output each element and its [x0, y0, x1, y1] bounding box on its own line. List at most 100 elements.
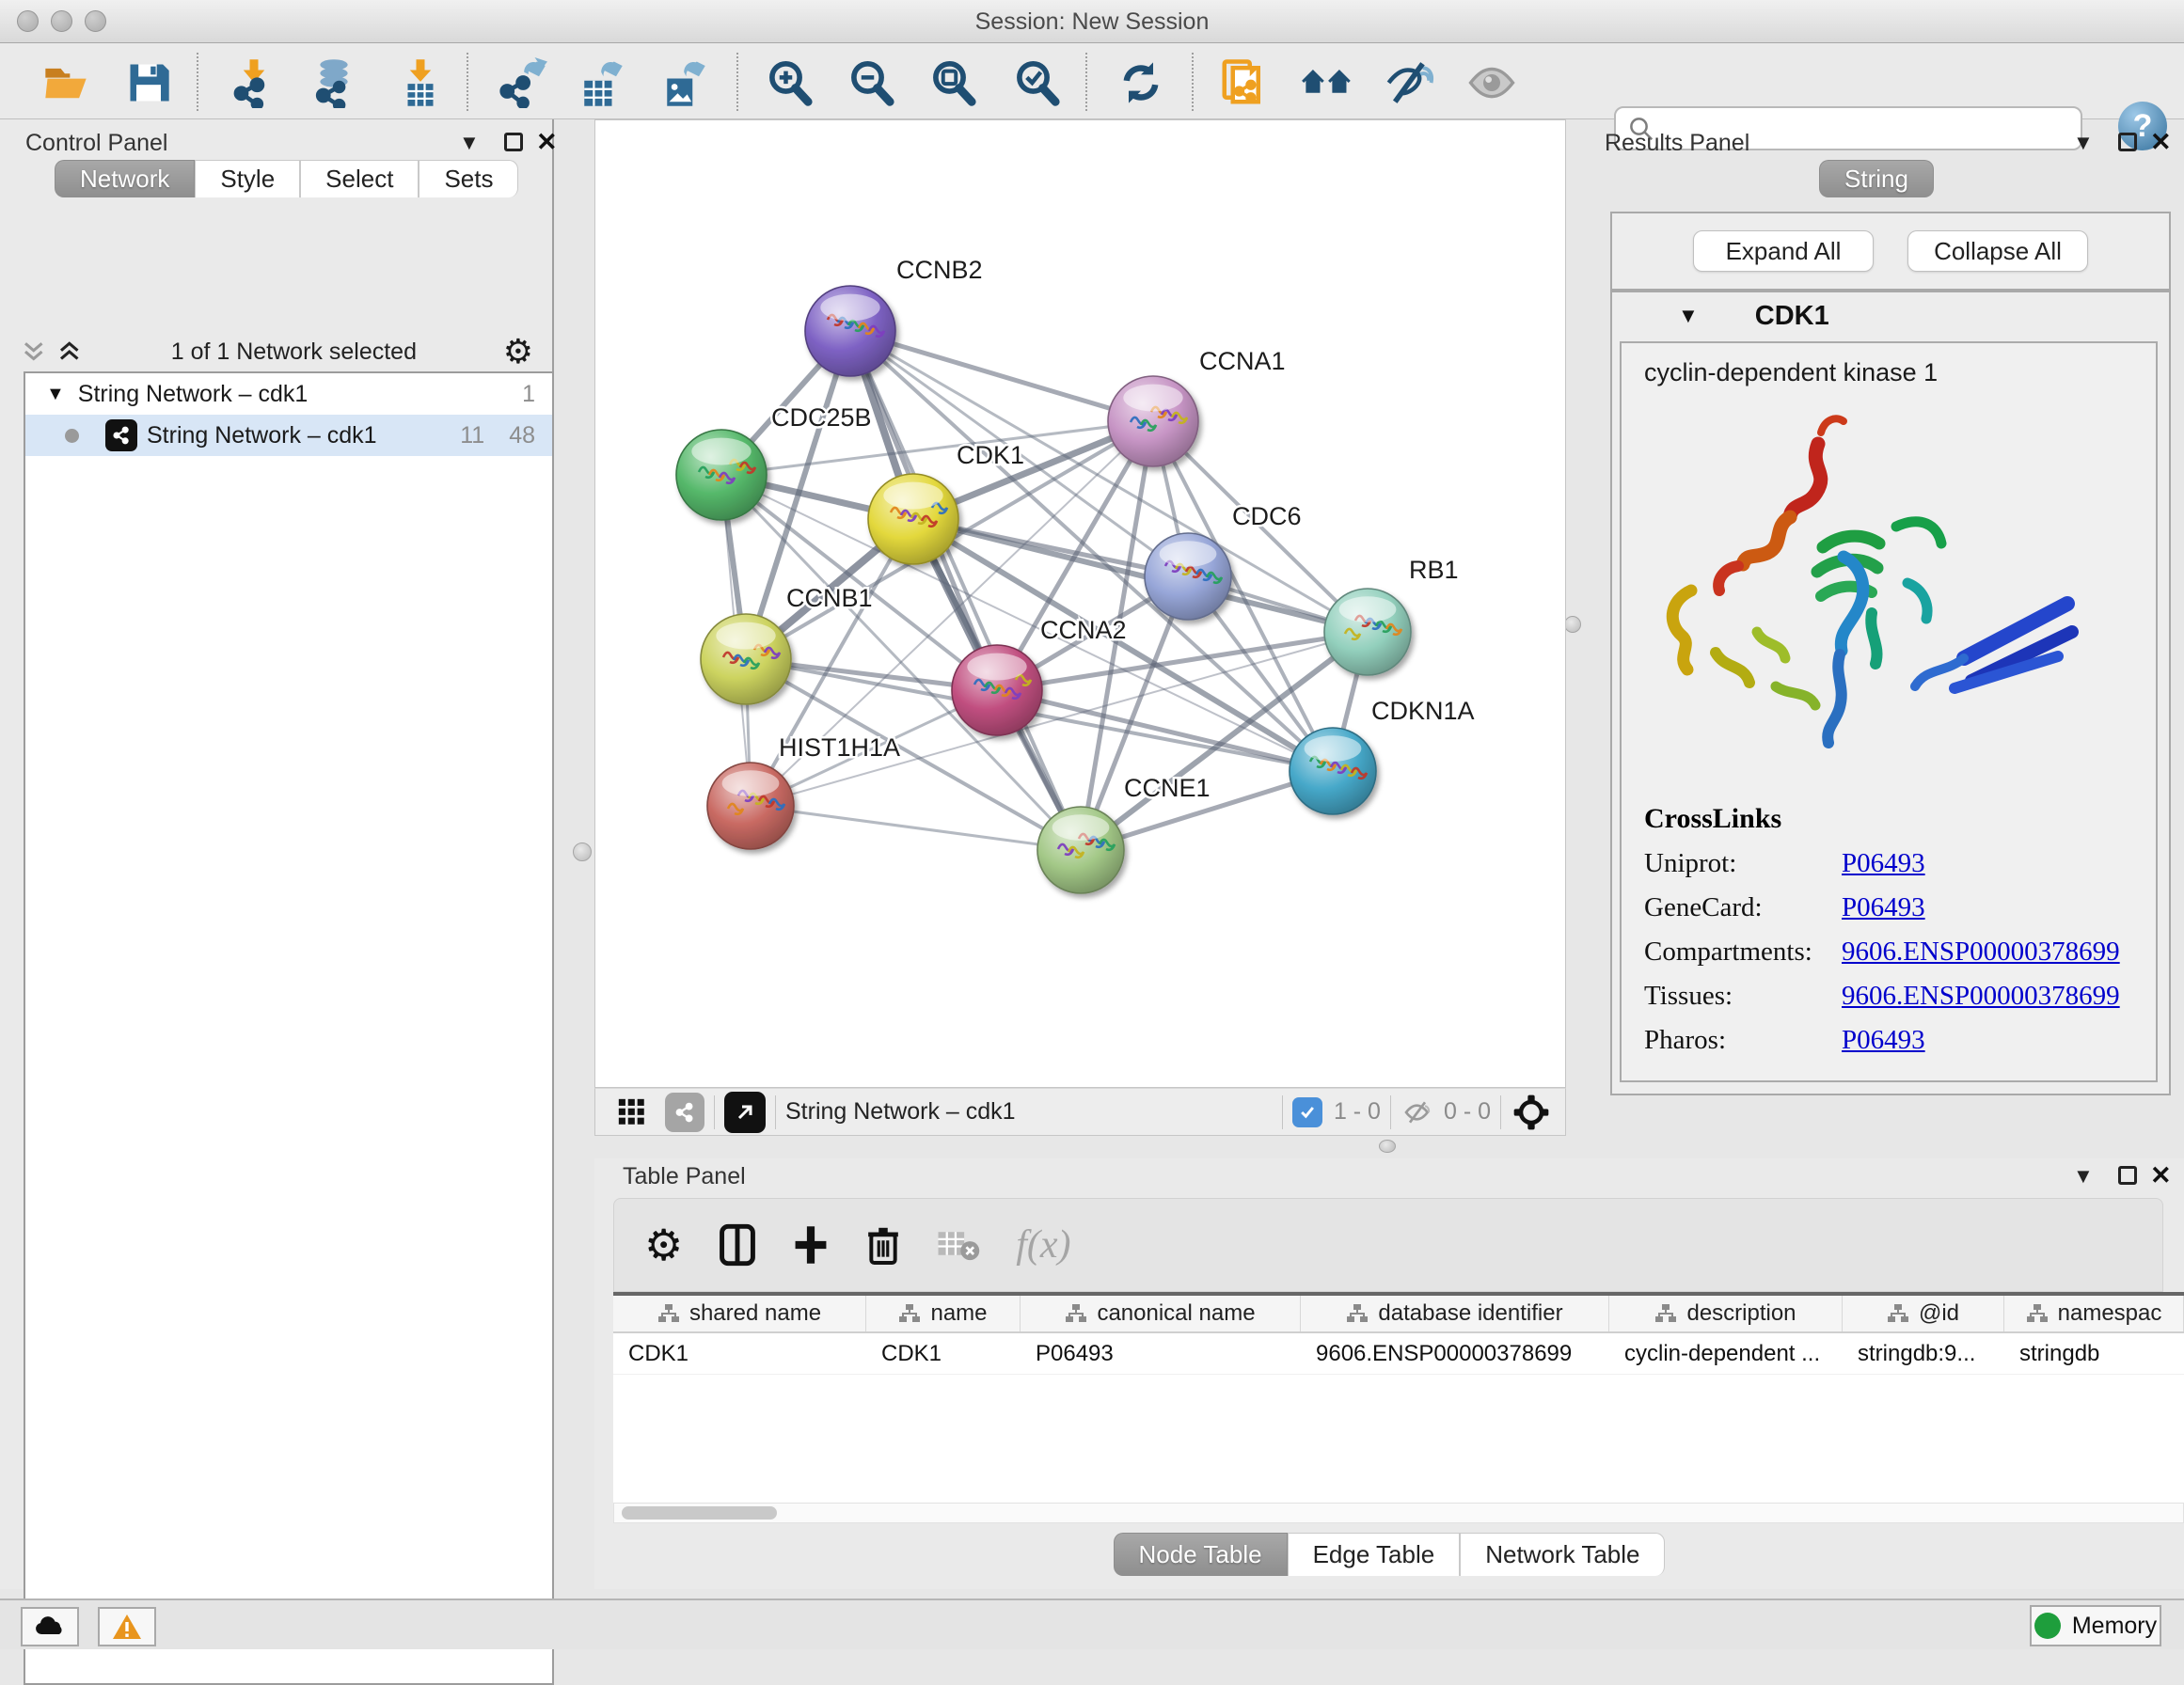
share-view-icon[interactable] — [665, 1093, 704, 1132]
table-cell[interactable]: 9606.ENSP00000378699 — [1301, 1333, 1609, 1374]
zoom-out-icon[interactable] — [846, 56, 898, 109]
network-canvas[interactable]: CCNB2CCNA1CDC25BCDK1CDC6RB1CCNB1CCNA2CDK… — [594, 119, 1566, 1088]
node-CCNE1[interactable] — [1037, 807, 1124, 893]
collection-caret-icon[interactable]: ▼ — [46, 384, 65, 405]
tab-style[interactable]: Style — [195, 160, 300, 197]
fit-content-icon[interactable] — [927, 56, 980, 109]
horizontal-splitter-grip[interactable] — [1379, 1140, 1396, 1153]
table-panel-float-icon[interactable] — [2118, 1166, 2137, 1185]
tab-network-table[interactable]: Network Table — [1460, 1533, 1665, 1576]
node-CCNB1[interactable] — [701, 614, 791, 704]
tab-edge-table[interactable]: Edge Table — [1288, 1533, 1461, 1576]
tab-string[interactable]: String — [1819, 160, 1934, 197]
collapse-all-button[interactable]: Collapse All — [1907, 230, 2088, 272]
expand-all-button[interactable]: Expand All — [1693, 230, 1874, 272]
gear-icon[interactable]: ⚙ — [644, 1220, 683, 1270]
control-panel-menu-icon[interactable]: ▼ — [459, 131, 480, 155]
node-RB1[interactable] — [1324, 589, 1411, 675]
node-CCNB2[interactable] — [805, 286, 895, 376]
gear-icon[interactable]: ⚙ — [503, 332, 533, 371]
export-table-icon[interactable] — [573, 56, 625, 109]
crosslink-value-link[interactable]: P06493 — [1842, 892, 1925, 923]
edge-CDK1-RB1[interactable] — [913, 519, 1368, 632]
double-house-icon[interactable] — [1301, 56, 1353, 109]
clone-network-icon[interactable] — [1217, 56, 1270, 109]
table-cell[interactable]: cyclin-dependent ... — [1609, 1333, 1843, 1374]
clear-table-icon[interactable] — [937, 1226, 980, 1264]
grid-view-icon[interactable] — [616, 1096, 648, 1128]
column-header-namespac[interactable]: namespac — [2004, 1296, 2184, 1331]
eye-icon[interactable] — [1465, 56, 1518, 109]
table-cell[interactable]: CDK1 — [613, 1333, 866, 1374]
warning-button[interactable] — [98, 1607, 156, 1646]
node-CCNA2[interactable] — [952, 645, 1042, 735]
crosslink-value-link[interactable]: 9606.ENSP00000378699 — [1842, 981, 2120, 1012]
columns-icon[interactable] — [719, 1223, 756, 1267]
network-collection-row[interactable]: ▼ String Network – cdk1 1 — [25, 373, 552, 415]
section-caret-icon[interactable]: ▼ — [1678, 304, 1699, 328]
results-panel-float-icon[interactable] — [2118, 133, 2137, 151]
tab-sets[interactable]: Sets — [419, 160, 518, 197]
column-header-description[interactable]: description — [1609, 1296, 1843, 1331]
control-panel-float-icon[interactable] — [504, 133, 523, 151]
node-HIST1H1A[interactable] — [707, 763, 794, 849]
network-graph[interactable]: CCNB2CCNA1CDC25BCDK1CDC6RB1CCNB1CCNA2CDK… — [595, 120, 1565, 1087]
column-header-shared-name[interactable]: shared name — [613, 1296, 866, 1331]
network-row[interactable]: String Network – cdk1 11 48 — [25, 415, 552, 456]
import-network-database-icon[interactable] — [308, 56, 360, 109]
node-CDKN1A[interactable] — [1290, 728, 1376, 814]
function-builder-icon[interactable]: f(x) — [1016, 1222, 1070, 1268]
table-cell[interactable]: P06493 — [1021, 1333, 1301, 1374]
zoom-selected-icon[interactable] — [1011, 56, 1064, 109]
results-panel-menu-icon[interactable]: ▼ — [2073, 131, 2094, 155]
table-panel-menu-icon[interactable]: ▼ — [2073, 1164, 2094, 1189]
delete-column-icon[interactable] — [865, 1223, 901, 1267]
import-network-file-icon[interactable] — [228, 56, 280, 109]
open-session-icon[interactable] — [40, 56, 92, 109]
crosslink-value-link[interactable]: P06493 — [1842, 848, 1925, 879]
node-CDK1[interactable] — [868, 474, 958, 564]
node-CDC25B[interactable] — [676, 430, 767, 520]
results-panel-close-icon[interactable]: ✕ — [2150, 128, 2172, 157]
tab-select[interactable]: Select — [300, 160, 419, 197]
export-image-icon[interactable] — [656, 56, 708, 109]
column-header-name[interactable]: name — [866, 1296, 1021, 1331]
tab-network[interactable]: Network — [55, 160, 195, 197]
column-header--id[interactable]: @id — [1843, 1296, 2004, 1331]
memory-button[interactable]: Memory — [2030, 1605, 2161, 1646]
node-CDC6[interactable] — [1145, 533, 1231, 620]
eye-slash-icon[interactable] — [1384, 56, 1436, 109]
cloud-button[interactable] — [21, 1607, 79, 1646]
edge-HIST1H1A-CCNE1[interactable] — [751, 806, 1081, 850]
collapse-all-icon[interactable] — [21, 339, 49, 364]
expand-all-icon[interactable] — [56, 339, 85, 364]
scrollbar-thumb[interactable] — [622, 1506, 777, 1520]
detach-view-icon[interactable] — [724, 1092, 766, 1133]
column-header-canonical-name[interactable]: canonical name — [1021, 1296, 1301, 1331]
table-cell[interactable]: stringdb — [2004, 1333, 2184, 1374]
control-panel-close-icon[interactable]: ✕ — [536, 128, 558, 157]
add-column-icon[interactable] — [792, 1223, 830, 1267]
edge-CCNB2-CCNE1[interactable] — [850, 331, 1081, 850]
crosslink-value-link[interactable]: 9606.ENSP00000378699 — [1842, 937, 2120, 968]
import-table-file-icon[interactable] — [394, 56, 447, 109]
node-section-header[interactable]: ▼ CDK1 — [1612, 292, 2169, 339]
table-panel-close-icon[interactable]: ✕ — [2150, 1161, 2172, 1190]
column-header-database-identifier[interactable]: database identifier — [1301, 1296, 1609, 1331]
export-network-icon[interactable] — [496, 56, 548, 109]
refresh-icon[interactable] — [1115, 56, 1167, 109]
hidden-eye-slash-icon[interactable] — [1401, 1097, 1434, 1127]
zoom-in-icon[interactable] — [764, 56, 816, 109]
table-horizontal-scrollbar[interactable] — [613, 1503, 2184, 1523]
crosslink-value-link[interactable]: P06493 — [1842, 1025, 1925, 1056]
left-splitter-grip[interactable] — [573, 842, 592, 861]
save-session-icon[interactable] — [122, 56, 175, 109]
node-CCNA1[interactable] — [1108, 376, 1198, 466]
edge-CCNB2-CCNA1[interactable] — [850, 331, 1153, 421]
selected-checkbox-icon[interactable] — [1292, 1097, 1322, 1127]
birds-eye-view-icon[interactable] — [1511, 1092, 1552, 1133]
table-cell[interactable]: stringdb:9... — [1843, 1333, 2004, 1374]
tab-node-table[interactable]: Node Table — [1114, 1533, 1288, 1576]
table-row[interactable]: CDK1CDK1P064939606.ENSP00000378699cyclin… — [613, 1333, 2184, 1375]
table-cell[interactable]: CDK1 — [866, 1333, 1021, 1374]
